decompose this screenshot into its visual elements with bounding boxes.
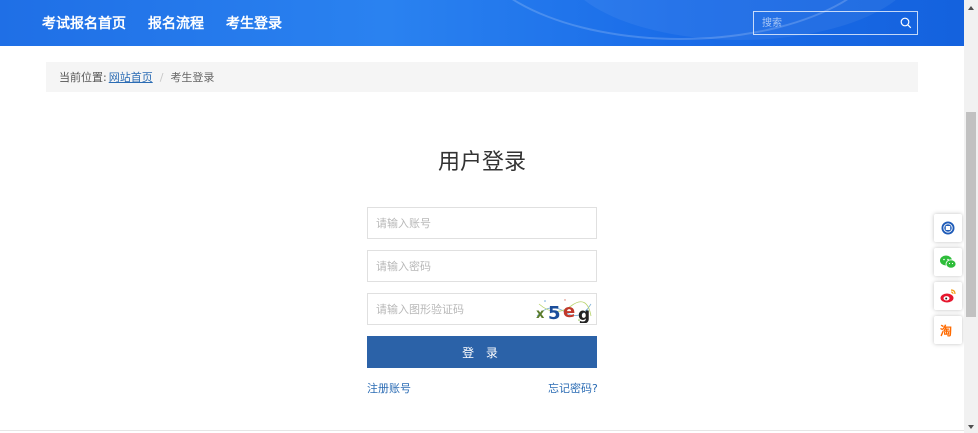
wechat-icon[interactable] <box>934 248 962 276</box>
login-button[interactable]: 登 录 <box>367 336 597 368</box>
captcha-field: x 5 e g <box>367 293 597 325</box>
page-scrollbar[interactable] <box>964 0 978 433</box>
account-input[interactable] <box>368 208 596 238</box>
svg-text:淘: 淘 <box>940 323 952 338</box>
nav-item-process[interactable]: 报名流程 <box>148 13 204 33</box>
official-site-icon[interactable] <box>934 214 962 242</box>
breadcrumb: 当前位置: 网站首页 / 考生登录 <box>46 62 918 92</box>
password-field <box>367 250 597 282</box>
password-input[interactable] <box>368 251 596 281</box>
search-icon[interactable] <box>895 12 917 34</box>
captcha-char: e <box>563 301 575 322</box>
weibo-icon[interactable] <box>934 282 962 310</box>
nav-item-login[interactable]: 考生登录 <box>226 13 282 33</box>
captcha-image[interactable]: x 5 e g <box>535 296 593 323</box>
footer-divider <box>0 430 964 431</box>
captcha-char: 5 <box>548 303 561 323</box>
scroll-down-arrow-icon[interactable] <box>964 419 978 433</box>
search-input[interactable] <box>754 12 895 34</box>
side-share-bar: 淘 <box>934 214 962 350</box>
breadcrumb-separator: / <box>159 70 164 84</box>
nav-item-home[interactable]: 考试报名首页 <box>42 13 126 33</box>
main-nav: 考试报名首页 报名流程 考生登录 <box>42 0 304 46</box>
captcha-char: x <box>536 307 545 322</box>
scroll-up-arrow-icon[interactable] <box>964 0 978 14</box>
breadcrumb-prefix: 当前位置: <box>59 71 107 84</box>
search-box <box>753 11 918 35</box>
forgot-password-link[interactable]: 忘记密码? <box>548 380 598 396</box>
page-title: 用户登录 <box>437 150 526 175</box>
account-field <box>367 207 597 239</box>
top-nav-bar: 考试报名首页 报名流程 考生登录 <box>0 0 964 46</box>
breadcrumb-current: 考生登录 <box>170 71 215 84</box>
breadcrumb-home-link[interactable]: 网站首页 <box>109 69 153 85</box>
taobao-icon[interactable]: 淘 <box>934 316 962 344</box>
captcha-char: g <box>578 305 590 323</box>
scrollbar-thumb[interactable] <box>966 112 976 317</box>
register-link[interactable]: 注册账号 <box>367 380 411 396</box>
